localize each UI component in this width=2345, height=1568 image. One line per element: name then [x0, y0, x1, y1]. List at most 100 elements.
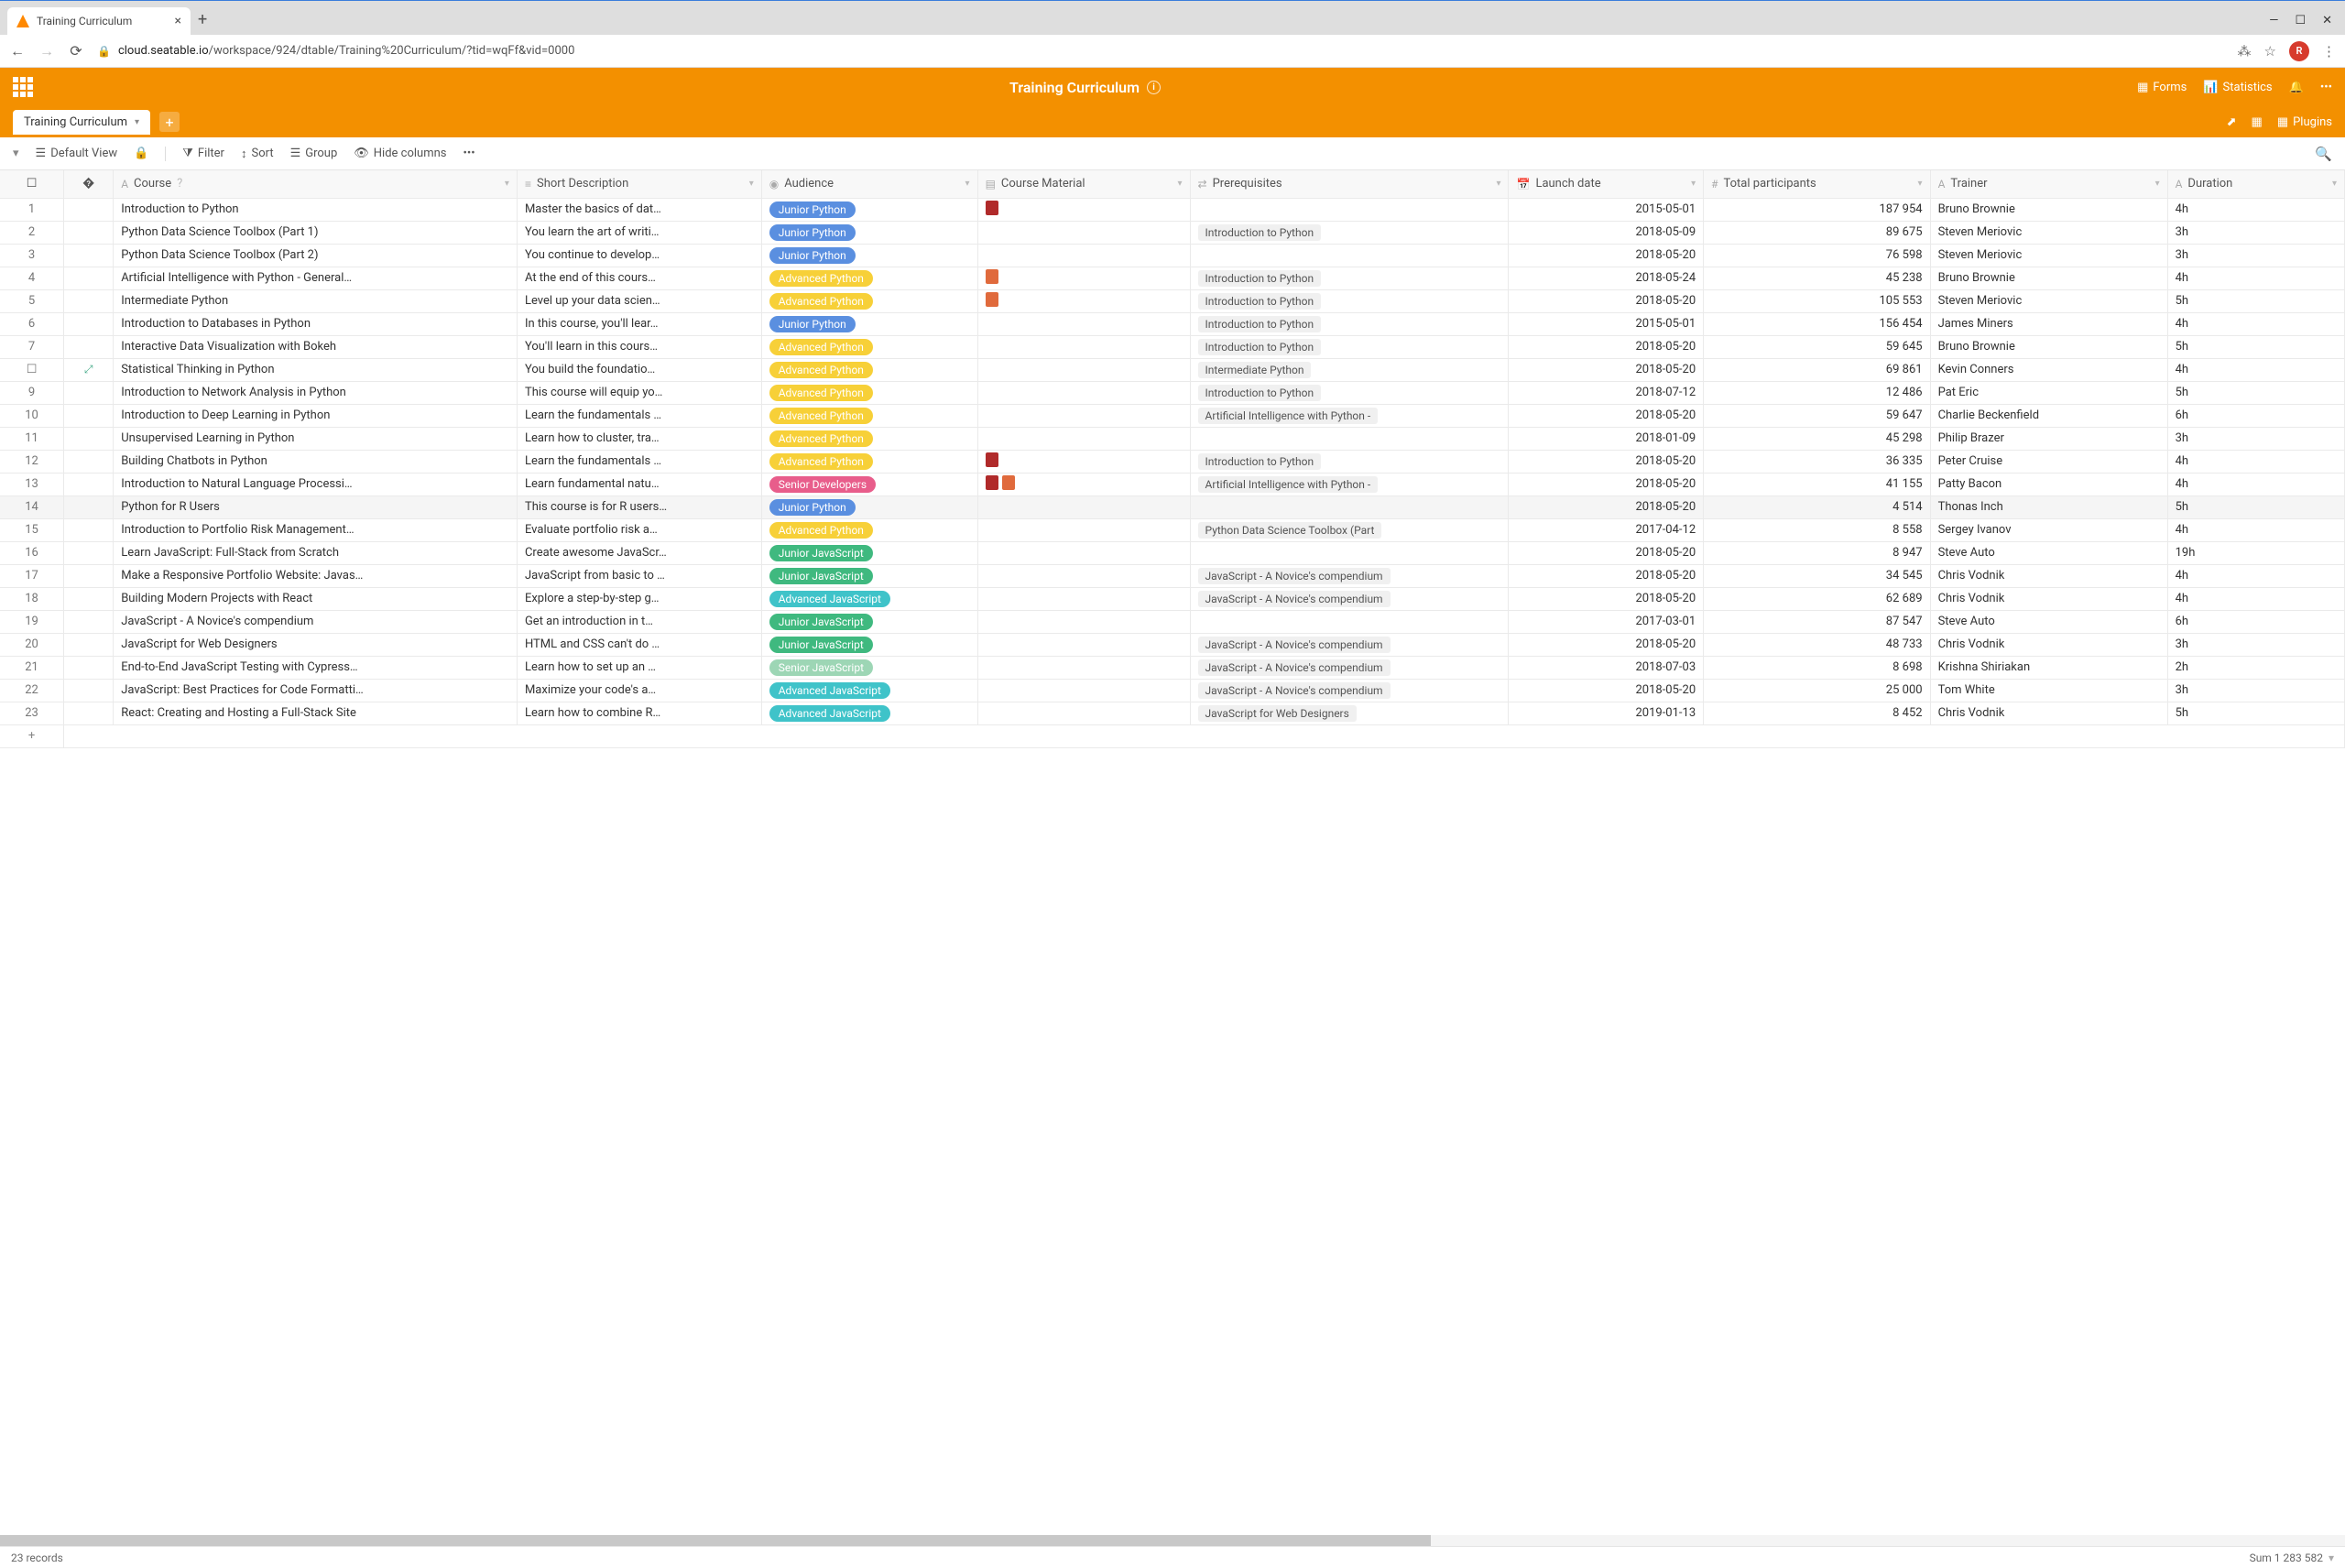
lock-view-icon[interactable]: 🔒 [134, 147, 148, 160]
cell-participants[interactable]: 8 558 [1704, 518, 1930, 541]
cell-course[interactable]: Statistical Thinking in Python [114, 358, 518, 381]
cell-trainer[interactable]: Philip Brazer [1930, 427, 2167, 450]
table-row[interactable]: 2Python Data Science Toolbox (Part 1)You… [0, 221, 2345, 244]
cell-material[interactable] [977, 404, 1190, 427]
cell-course[interactable]: React: Creating and Hosting a Full-Stack… [114, 702, 518, 724]
cell-duration[interactable]: 4h [2167, 518, 2344, 541]
cell-material[interactable] [977, 198, 1190, 221]
cell-material[interactable] [977, 450, 1190, 473]
cell-material[interactable] [977, 244, 1190, 267]
cell-course[interactable]: Python for R Users [114, 495, 518, 518]
cell-material[interactable] [977, 633, 1190, 656]
cell-desc[interactable]: Master the basics of dat… [517, 198, 761, 221]
cell-participants[interactable]: 62 689 [1704, 587, 1930, 610]
table-row[interactable]: 16Learn JavaScript: Full-Stack from Scra… [0, 541, 2345, 564]
cell-prereq[interactable]: Python Data Science Toolbox (Part [1190, 518, 1509, 541]
col-material[interactable]: ▤Course Material▾ [977, 170, 1190, 198]
row-index[interactable]: 10 [0, 404, 64, 427]
search-icon[interactable]: 🔍 [2315, 146, 2332, 162]
cell-prereq[interactable]: JavaScript for Web Designers [1190, 702, 1509, 724]
table-row[interactable]: 14Python for R UsersThis course is for R… [0, 495, 2345, 518]
cell-prereq[interactable]: JavaScript - A Novice's compendium [1190, 633, 1509, 656]
row-index[interactable]: 4 [0, 267, 64, 289]
toolbar-more-icon[interactable]: ••• [464, 147, 475, 160]
cell-prereq[interactable]: Intermediate Python [1190, 358, 1509, 381]
cell-desc[interactable]: You'll learn in this cours… [517, 335, 761, 358]
expand-row-icon[interactable]: ⤢ [84, 363, 93, 376]
prereq-tag[interactable]: Introduction to Python [1198, 293, 1322, 310]
cell-desc[interactable]: Get an introduction in t… [517, 610, 761, 633]
cell-trainer[interactable]: Krishna Shiriakan [1930, 656, 2167, 679]
row-index[interactable]: 18 [0, 587, 64, 610]
cell-audience[interactable]: Junior JavaScript [761, 564, 977, 587]
prereq-tag[interactable]: JavaScript - A Novice's compendium [1198, 637, 1391, 653]
file-icon[interactable] [986, 269, 998, 284]
file-icon[interactable] [1002, 475, 1015, 490]
cell-desc[interactable]: JavaScript from basic to … [517, 564, 761, 587]
cell-date[interactable]: 2018-05-20 [1509, 244, 1704, 267]
cell-date[interactable]: 2018-05-20 [1509, 495, 1704, 518]
cell-desc[interactable]: Learn the fundamentals … [517, 404, 761, 427]
table-row[interactable]: 19JavaScript - A Novice's compendiumGet … [0, 610, 2345, 633]
cell-duration[interactable]: 3h [2167, 633, 2344, 656]
prereq-tag[interactable]: JavaScript - A Novice's compendium [1198, 682, 1391, 699]
cell-audience[interactable]: Advanced JavaScript [761, 587, 977, 610]
cell-date[interactable]: 2018-05-20 [1509, 404, 1704, 427]
table-row[interactable]: 23React: Creating and Hosting a Full-Sta… [0, 702, 2345, 724]
cell-desc[interactable]: In this course, you'll lear… [517, 312, 761, 335]
cell-audience[interactable]: Junior Python [761, 198, 977, 221]
view-menu-icon[interactable]: ▾ [13, 147, 19, 160]
table-row[interactable]: 12Building Chatbots in PythonLearn the f… [0, 450, 2345, 473]
cell-course[interactable]: JavaScript - A Novice's compendium [114, 610, 518, 633]
table-tab[interactable]: Training Curriculum▾ [13, 110, 150, 135]
cell-participants[interactable]: 8 452 [1704, 702, 1930, 724]
prereq-tag[interactable]: Introduction to Python [1198, 270, 1322, 287]
cell-date[interactable]: 2018-05-20 [1509, 679, 1704, 702]
cell-prereq[interactable]: JavaScript - A Novice's compendium [1190, 656, 1509, 679]
cell-participants[interactable]: 12 486 [1704, 381, 1930, 404]
cell-course[interactable]: JavaScript: Best Practices for Code Form… [114, 679, 518, 702]
row-index[interactable]: ☐ [0, 358, 64, 381]
prereq-tag[interactable]: Introduction to Python [1198, 316, 1322, 332]
cell-material[interactable] [977, 473, 1190, 495]
table-row[interactable]: 1Introduction to PythonMaster the basics… [0, 198, 2345, 221]
cell-date[interactable]: 2018-05-09 [1509, 221, 1704, 244]
maximize-icon[interactable]: ☐ [2295, 14, 2306, 27]
prereq-tag[interactable]: Artificial Intelligence with Python - [1198, 408, 1379, 424]
file-icon[interactable] [986, 201, 998, 215]
cell-audience[interactable]: Advanced Python [761, 381, 977, 404]
cell-material[interactable] [977, 427, 1190, 450]
cell-trainer[interactable]: Bruno Brownie [1930, 267, 2167, 289]
prereq-tag[interactable]: Artificial Intelligence with Python - [1198, 476, 1379, 493]
sort-button[interactable]: ↕ Sort [241, 147, 274, 161]
cell-duration[interactable]: 4h [2167, 312, 2344, 335]
prereq-tag[interactable]: Introduction to Python [1198, 385, 1322, 401]
cell-duration[interactable]: 4h [2167, 473, 2344, 495]
cell-date[interactable]: 2018-05-20 [1509, 358, 1704, 381]
prereq-tag[interactable]: Intermediate Python [1198, 362, 1312, 378]
cell-date[interactable]: 2018-07-03 [1509, 656, 1704, 679]
apps-grid-icon[interactable] [13, 77, 33, 97]
cell-participants[interactable]: 69 861 [1704, 358, 1930, 381]
cell-trainer[interactable]: Chris Vodnik [1930, 587, 2167, 610]
cell-audience[interactable]: Advanced Python [761, 404, 977, 427]
url-field[interactable]: 🔒 cloud.seatable.io/workspace/924/dtable… [97, 44, 2225, 58]
cell-desc[interactable]: At the end of this cours… [517, 267, 761, 289]
row-index[interactable]: 12 [0, 450, 64, 473]
cell-duration[interactable]: 6h [2167, 404, 2344, 427]
cell-prereq[interactable]: Introduction to Python [1190, 221, 1509, 244]
cell-date[interactable]: 2018-05-20 [1509, 289, 1704, 312]
table-row[interactable]: 18Building Modern Projects with ReactExp… [0, 587, 2345, 610]
cell-duration[interactable]: 3h [2167, 221, 2344, 244]
cell-date[interactable]: 2015-05-01 [1509, 312, 1704, 335]
cell-desc[interactable]: Create awesome JavaScr… [517, 541, 761, 564]
cell-course[interactable]: Introduction to Deep Learning in Python [114, 404, 518, 427]
cell-participants[interactable]: 156 454 [1704, 312, 1930, 335]
cell-course[interactable]: Introduction to Natural Language Process… [114, 473, 518, 495]
cell-trainer[interactable]: Pat Eric [1930, 381, 2167, 404]
cell-duration[interactable]: 5h [2167, 289, 2344, 312]
cell-audience[interactable]: Advanced Python [761, 267, 977, 289]
cell-trainer[interactable]: Sergey Ivanov [1930, 518, 2167, 541]
cell-audience[interactable]: Advanced Python [761, 335, 977, 358]
table-row[interactable]: 7Interactive Data Visualization with Bok… [0, 335, 2345, 358]
